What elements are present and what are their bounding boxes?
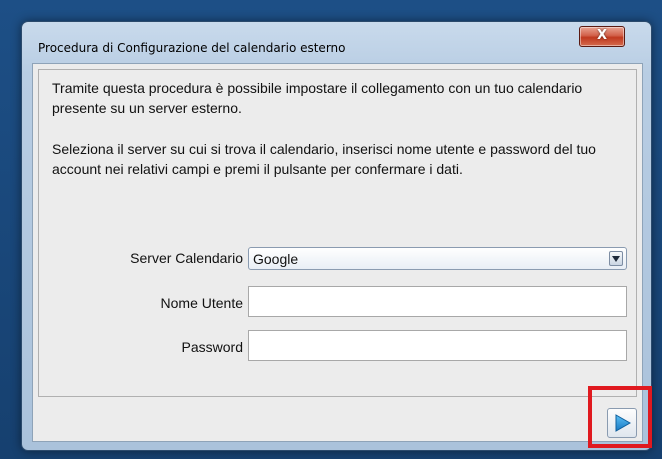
dialog-body: Tramite questa procedura è possibile imp… (32, 63, 643, 442)
server-select[interactable]: Google (248, 247, 627, 270)
password-field[interactable] (248, 330, 627, 361)
intro-text: Tramite questa procedura è possibile imp… (52, 80, 583, 116)
username-label: Nome Utente (160, 295, 243, 311)
button-bar (38, 403, 637, 438)
server-select-value: Google (253, 251, 299, 267)
play-arrow-icon (615, 414, 631, 432)
next-button[interactable] (607, 408, 637, 438)
server-label: Server Calendario (130, 250, 243, 266)
instructions-text: Seleziona il server su cui si trova il c… (52, 141, 596, 177)
window-title: Procedura di Configurazione del calendar… (38, 41, 346, 55)
close-button[interactable]: X (579, 26, 625, 47)
title-bar[interactable]: Procedura di Configurazione del calendar… (22, 22, 651, 62)
content-panel: Tramite questa procedura è possibile imp… (38, 69, 637, 397)
username-field[interactable] (248, 286, 627, 317)
chevron-down-icon[interactable] (609, 251, 623, 266)
close-icon: X (596, 28, 608, 43)
password-label: Password (181, 339, 243, 355)
config-dialog: Procedura di Configurazione del calendar… (21, 21, 652, 451)
